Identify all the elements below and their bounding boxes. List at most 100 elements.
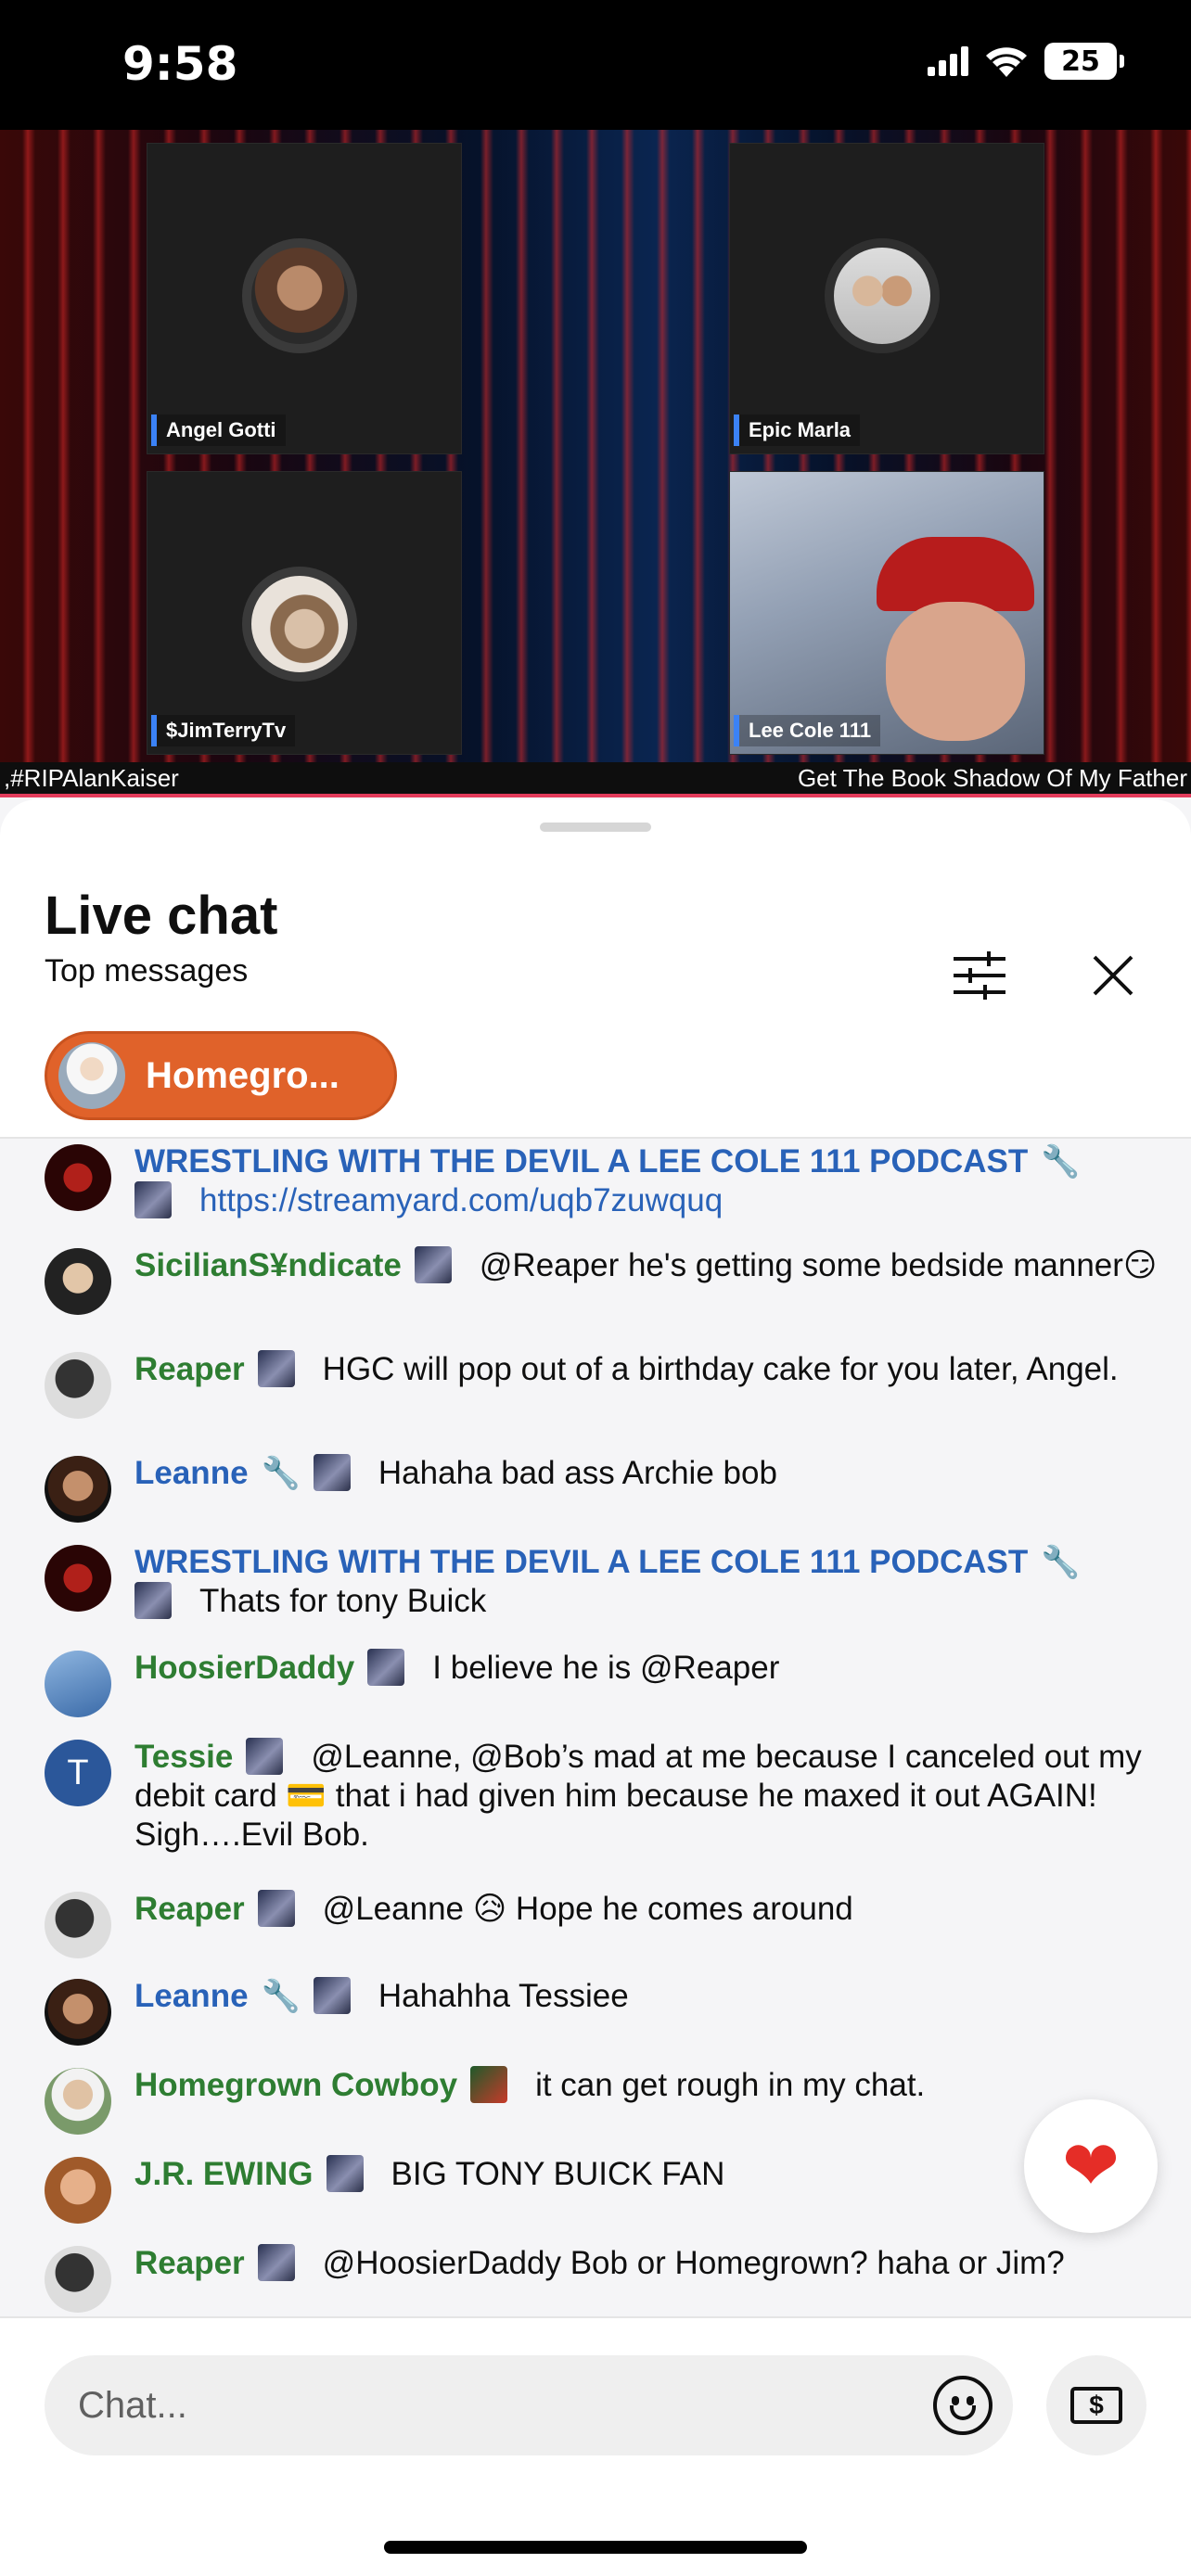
author-name[interactable]: Tessie <box>134 1739 233 1775</box>
author-avatar <box>45 1545 111 1612</box>
heart-icon: ❤ <box>1061 2127 1120 2204</box>
progress-bar <box>0 794 1191 797</box>
author-name[interactable]: Reaper <box>134 1351 245 1387</box>
participant-name: $JimTerryTv <box>151 715 296 746</box>
participant-tile: Angel Gotti <box>147 143 462 454</box>
author-name[interactable]: Leanne <box>134 1978 249 2014</box>
ticker-right: Get The Book Shadow Of My Father <box>797 763 1187 792</box>
pill-avatar <box>58 1042 125 1109</box>
author-name[interactable]: J.R. EWING <box>134 2156 314 2192</box>
message-text: HGC will pop out of a birthday cake for … <box>322 1351 1119 1387</box>
participant-name: Angel Gotti <box>151 414 286 446</box>
avatar-initial: T <box>67 1753 89 1792</box>
message-body: Tessie @Leanne, @Bob’s mad at me because … <box>134 1738 1164 1855</box>
author-avatar <box>45 1352 111 1419</box>
emoji-icon[interactable] <box>933 2376 992 2435</box>
message-body: WRESTLING WITH THE DEVIL A LEE COLE 111 … <box>134 1142 1164 1220</box>
author-avatar <box>45 1979 111 2046</box>
message-text: @Leanne 😥 Hope he comes around <box>322 1891 853 1927</box>
super-chat-icon: $ <box>1070 2387 1122 2424</box>
message-text: I believe he is @Reaper <box>432 1650 780 1686</box>
wrench-icon: 🔧 <box>1041 1545 1081 1580</box>
chat-input[interactable] <box>45 2355 1013 2455</box>
message-link[interactable]: https://streamyard.com/uqb7zuwquq <box>199 1182 723 1218</box>
member-badge-icon <box>326 2155 364 2192</box>
participant-tile: Lee Cole 111 <box>729 471 1044 755</box>
message-body: Reaper HGC will pop out of a birthday cak… <box>134 1350 1164 1389</box>
home-indicator[interactable] <box>384 2541 807 2554</box>
message-body: Leanne 🔧 Hahaha bad ass Archie bob <box>134 1454 1164 1493</box>
message-body: Reaper @HoosierDaddy Bob or Homegrown? ha… <box>134 2244 1164 2283</box>
author-avatar <box>45 2068 111 2135</box>
author-name[interactable]: Reaper <box>134 2245 245 2281</box>
member-badge-icon <box>246 1738 284 1775</box>
member-badge-icon <box>257 1350 295 1387</box>
participant-tile: $JimTerryTv <box>147 471 462 755</box>
author-name[interactable]: WRESTLING WITH THE DEVIL A LEE COLE 111 … <box>134 1544 1028 1580</box>
status-bar: 9:58 25 <box>0 0 1191 130</box>
author-avatar <box>45 2246 111 2313</box>
author-name[interactable]: Homegrown Cowboy <box>134 2067 457 2103</box>
message-text: Hahaha bad ass Archie bob <box>378 1455 777 1491</box>
message-body: J.R. EWING BIG TONY BUICK FAN <box>134 2155 1164 2194</box>
author-avatar: T <box>45 1740 111 1806</box>
message-body: SicilianS¥ndicate @Reaper he's getting so… <box>134 1246 1164 1285</box>
battery-icon: 25 <box>1044 43 1124 80</box>
filter-button[interactable] <box>942 938 1017 1013</box>
participant-tile: Epic Marla <box>729 143 1044 454</box>
message-text: @HoosierDaddy Bob or Homegrown? haha or … <box>322 2245 1065 2281</box>
stream-video[interactable]: Angel Gotti Epic Marla $JimTerryTv Lee C… <box>0 130 1191 797</box>
member-badge-icon <box>257 2244 295 2281</box>
message-text: @Leanne, @Bob’s mad at me because I canc… <box>134 1739 1142 1853</box>
author-avatar <box>45 2157 111 2224</box>
chat-input-bar: $ <box>0 2316 1191 2576</box>
stream-ticker: ,#RIPAlanKaiser Get The Book Shadow Of M… <box>0 762 1191 794</box>
super-chat-button[interactable]: $ <box>1046 2355 1146 2455</box>
author-name[interactable]: Leanne <box>134 1455 249 1491</box>
member-badge-icon <box>257 1890 295 1927</box>
pill-label: Homegro... <box>146 1054 339 1096</box>
message-body: HoosierDaddy I believe he is @Reaper <box>134 1649 1164 1688</box>
status-icons: 25 <box>928 43 1124 80</box>
member-badge-icon <box>470 2066 508 2103</box>
wrench-icon: 🔧 <box>261 1456 301 1491</box>
author-name[interactable]: HoosierDaddy <box>134 1650 354 1686</box>
wifi-icon <box>986 47 1027 77</box>
wrench-icon: 🔧 <box>261 1979 301 2014</box>
member-badge-icon <box>367 1649 405 1686</box>
author-avatar <box>45 1248 111 1315</box>
member-badge-icon <box>313 1454 351 1491</box>
chat-messages[interactable]: WRESTLING WITH THE DEVIL A LEE COLE 111 … <box>0 1139 1191 2316</box>
author-avatar <box>45 1892 111 1958</box>
message-body: WRESTLING WITH THE DEVIL A LEE COLE 111 … <box>134 1543 1164 1621</box>
sheet-grabber[interactable] <box>540 823 651 832</box>
wrench-icon: 🔧 <box>1041 1144 1081 1180</box>
author-name[interactable]: WRESTLING WITH THE DEVIL A LEE COLE 111 … <box>134 1143 1028 1180</box>
chat-title: Live chat <box>45 886 278 946</box>
filter-icon <box>954 951 1005 1000</box>
participant-avatar <box>242 238 357 353</box>
member-badge-icon <box>134 1181 172 1218</box>
close-icon <box>1093 955 1133 996</box>
author-avatar <box>45 1144 111 1211</box>
reaction-button[interactable]: ❤ <box>1024 2099 1158 2233</box>
pinned-chat-pill[interactable]: Homegro... <box>45 1031 397 1120</box>
participant-name: Lee Cole 111 <box>734 715 881 746</box>
message-text: Thats for tony Buick <box>199 1583 487 1619</box>
author-name[interactable]: SicilianS¥ndicate <box>134 1247 402 1283</box>
chat-mode-selector[interactable]: Top messages <box>45 953 248 989</box>
close-button[interactable] <box>1076 938 1150 1013</box>
author-avatar <box>45 1456 111 1523</box>
participant-video <box>877 537 1034 611</box>
status-time: 9:58 <box>122 37 238 91</box>
message-body: Homegrown Cowboy it can get rough in my c… <box>134 2066 1164 2105</box>
member-badge-icon <box>313 1977 351 2014</box>
message-body: Leanne 🔧 Hahahha Tessiee <box>134 1977 1164 2016</box>
message-body: Reaper @Leanne 😥 Hope he comes around <box>134 1890 1164 1929</box>
member-badge-icon <box>414 1246 452 1283</box>
member-badge-icon <box>134 1582 172 1619</box>
message-text: BIG TONY BUICK FAN <box>391 2156 725 2192</box>
participant-name: Epic Marla <box>734 414 861 446</box>
signal-icon <box>928 46 968 76</box>
author-name[interactable]: Reaper <box>134 1891 245 1927</box>
